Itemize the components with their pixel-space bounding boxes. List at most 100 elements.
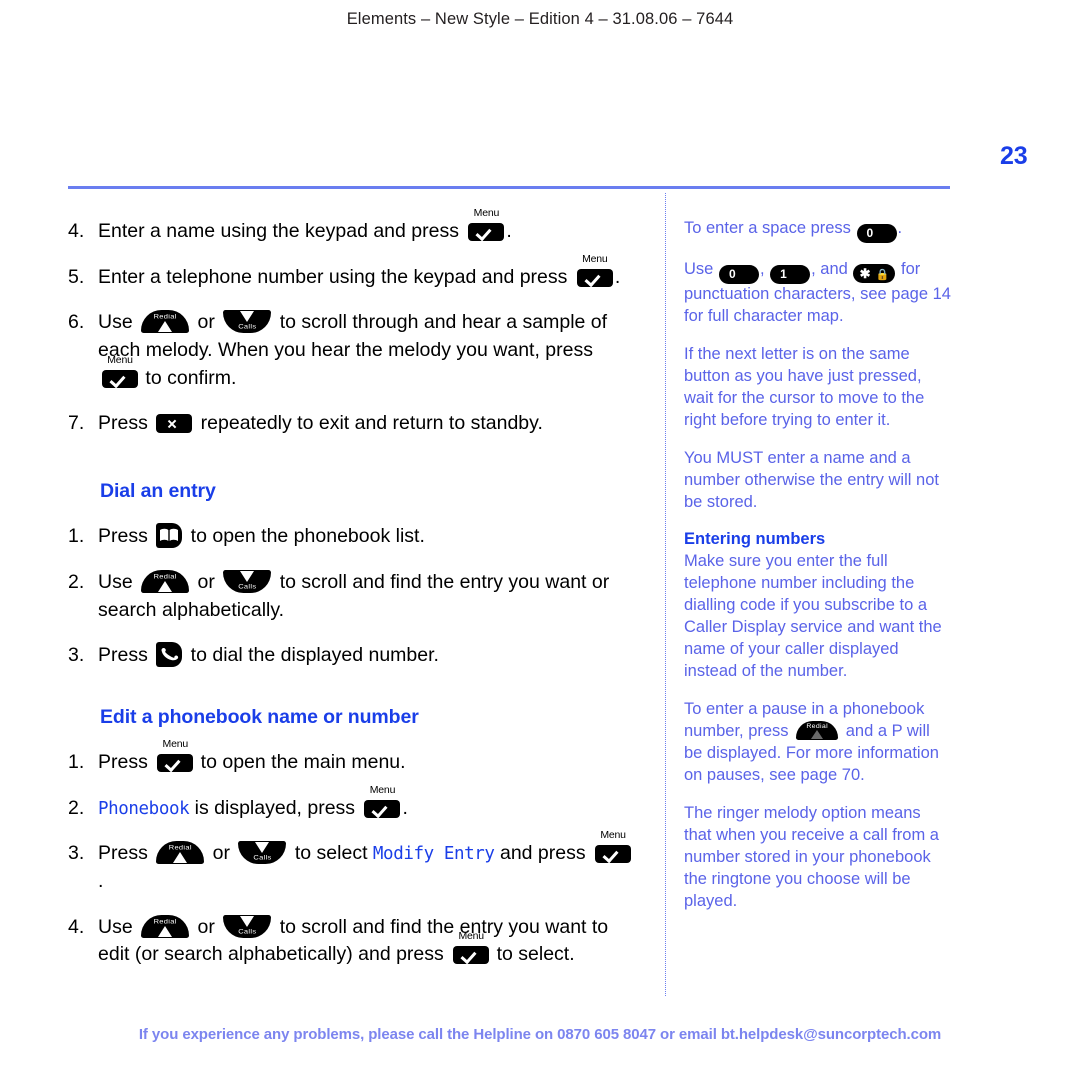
step-number: 1.	[68, 525, 85, 548]
sidebar-note-text: To enter a pause in a phonebook number, …	[684, 699, 952, 787]
text-run: To enter a space press	[684, 219, 856, 237]
sidebar-note-list: To enter a space press 0. Use 0, 1 , and ✱…	[684, 218, 952, 912]
menu-key-icon: Menu	[468, 208, 505, 241]
sidebar-note-text: The ringer melody option means that when…	[684, 803, 952, 913]
down-arrow-icon	[240, 570, 255, 582]
keypad-key-digit: 0	[866, 226, 874, 240]
step-text: Enter a name using the keypad and press …	[98, 208, 636, 246]
dial-key-icon	[156, 642, 183, 668]
star-lock-key-icon: ✱ 🔒	[853, 264, 896, 283]
section-heading-edit-a-phonebook-name-or-number: Edit a phonebook name or number	[100, 705, 419, 728]
redial-key-icon: Redial	[156, 841, 205, 865]
redial-key-label: Redial	[168, 844, 192, 852]
text-run: Enter a telephone number using the keypa…	[98, 265, 573, 288]
menu-key-label: Menu	[458, 930, 484, 943]
step-text: Use Redial or Calls to scroll and find t…	[98, 569, 636, 624]
menu-key-icon: Menu	[364, 784, 401, 818]
step-text: Press to dial the displayed number.	[98, 642, 636, 670]
redial-key-icon: Redial	[141, 310, 190, 334]
step-text: Use Redial or Calls to scroll through an…	[98, 309, 636, 392]
instruction-step: 1. Press Menu to open the main menu.	[68, 738, 636, 777]
instruction-step: 2. Phonebook is displayed, press Menu.	[68, 784, 636, 823]
display-menu-label: Phonebook	[98, 798, 190, 819]
redial-key-label: Redial	[153, 313, 177, 321]
text-run: , and	[811, 260, 853, 278]
instruction-step: 5. Enter a telephone number using the key…	[68, 253, 636, 292]
instruction-step: 2. Use Redial or Calls to scroll and find…	[68, 569, 636, 624]
checkmark-icon	[453, 946, 490, 965]
step-text: Press Redial or Calls to select Modify E…	[98, 830, 636, 895]
menu-key-label: Menu	[600, 829, 626, 842]
sidebar-note-text: Make sure you enter the full telephone n…	[684, 551, 952, 683]
menu-key-icon: Menu	[157, 738, 194, 772]
text-run: Enter a name using the keypad and press	[98, 220, 465, 242]
step-number: 3.	[68, 842, 85, 865]
step-text: Press to open the phonebook list.	[98, 523, 636, 551]
menu-key-label: Menu	[582, 252, 608, 265]
asterisk-icon: ✱	[859, 266, 871, 281]
down-arrow-icon	[255, 842, 270, 854]
header-rule	[68, 186, 950, 189]
page-number: 23	[1000, 142, 1028, 170]
sidebar-note-text: You MUST enter a name and a number other…	[684, 448, 952, 514]
redial-key-icon: Redial	[141, 914, 190, 938]
menu-key-label: Menu	[107, 353, 133, 366]
text-run: .	[506, 220, 512, 242]
step-number: 4.	[68, 220, 85, 242]
step-text: Enter a telephone number using the keypa…	[98, 253, 636, 292]
keypad-key-digit: 0	[728, 267, 736, 281]
sidebar-note: The ringer melody option means that when…	[684, 803, 952, 913]
text-run: to open the main menu.	[195, 750, 406, 773]
text-run: Press	[98, 644, 154, 667]
text-run: .	[98, 869, 104, 892]
calls-key-label: Calls	[253, 854, 272, 862]
open-book-icon	[160, 528, 179, 542]
calls-key-label: Calls	[238, 323, 257, 331]
menu-key-label: Menu	[162, 737, 189, 750]
up-arrow-icon	[158, 580, 173, 592]
sidebar-note-text: Use 0, 1, and ✱ 🔒 for punctuation charact…	[684, 259, 952, 328]
text-run: If the next letter is on the same button…	[684, 344, 925, 429]
handset-icon	[161, 648, 179, 661]
up-arrow-icon	[173, 852, 188, 864]
step-text: Use Redial or Calls to scroll and find t…	[98, 914, 636, 969]
instruction-step: 3. Press to dial the displayed number.	[68, 642, 636, 670]
calls-key-label: Calls	[238, 582, 257, 591]
instruction-step: 4. Use Redial or Calls to scroll and find…	[68, 914, 636, 969]
menu-key-icon: Menu	[453, 931, 490, 965]
down-arrow-icon	[240, 915, 255, 927]
step-number: 4.	[68, 915, 85, 938]
instruction-step: 6. Use Redial or Calls to scroll through …	[68, 309, 636, 392]
sidebar-note-text: To enter a space press 0.	[684, 218, 952, 243]
step-list-dial: 1. Press to open the phonebook list. 2. Use…	[68, 523, 636, 670]
step-text: Press repeatedly to exit and return to s…	[98, 410, 636, 438]
text-run: repeatedly to exit and return to standby…	[195, 412, 543, 435]
instruction-step: 1. Press to open the phonebook list.	[68, 523, 636, 551]
sidebar-note: You MUST enter a name and a number other…	[684, 448, 952, 514]
cancel-key-icon	[156, 414, 193, 434]
text-run: to select.	[491, 943, 575, 966]
text-run: Press	[98, 750, 154, 773]
step-number: 1.	[68, 750, 85, 773]
menu-key-icon: Menu	[576, 253, 613, 287]
step-list-continued: 4. Enter a name using the keypad and pres…	[68, 208, 636, 438]
text-run: Press	[98, 842, 154, 865]
menu-key-label: Menu	[369, 783, 396, 796]
redial-key-label: Redial	[153, 917, 177, 926]
text-run: Make sure you enter the full telephone n…	[684, 552, 942, 681]
keypad-key-0-icon: 0	[718, 265, 759, 284]
text-run: is displayed, press	[189, 796, 361, 819]
text-run: or	[207, 842, 236, 865]
sidebar-note-text: If the next letter is on the same button…	[684, 344, 952, 432]
text-run: or	[192, 915, 221, 938]
text-run: .	[897, 219, 903, 237]
sidebar-note: To enter a pause in a phonebook number, …	[684, 699, 952, 787]
down-arrow-icon	[240, 311, 255, 323]
text-run: to open the phonebook list.	[185, 525, 425, 548]
step-number: 2.	[68, 796, 85, 819]
keypad-key-0-icon: 0	[856, 224, 897, 243]
calls-key-icon: Calls	[238, 841, 287, 865]
sidebar-note: Entering numbers Make sure you enter the …	[684, 529, 952, 683]
keypad-key-1-icon: 1	[770, 265, 811, 284]
keypad-key-digit: 1	[780, 267, 787, 281]
